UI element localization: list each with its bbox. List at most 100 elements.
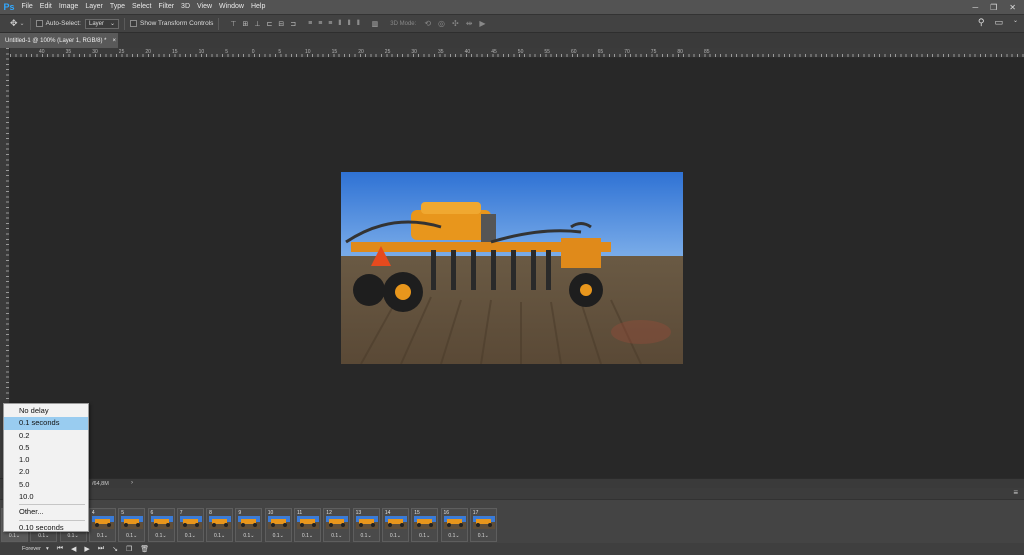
menu-item-view[interactable]: View — [194, 0, 216, 14]
3d-orbit-icon[interactable]: ⟲ — [424, 19, 431, 28]
frame-delay-selector[interactable]: 0.1⌄ — [90, 533, 115, 539]
workspace-chevron-icon[interactable]: ⌄ — [1013, 17, 1018, 28]
3d-mode-label: 3D Mode: — [390, 20, 417, 27]
frame-delay-selector[interactable]: 0.1⌄ — [354, 533, 379, 539]
animation-frame[interactable]: 4 0.1⌄ — [88, 508, 116, 542]
menu-item-help[interactable]: Help — [247, 0, 268, 14]
menu-item-file[interactable]: File — [18, 0, 36, 14]
auto-align-icon[interactable]: ▥ — [372, 20, 379, 28]
frame-delay-selector[interactable]: 0.1⌄ — [236, 533, 261, 539]
distribute-bottom-icon[interactable]: ≡ — [328, 20, 332, 28]
tool-preset-chevron-icon[interactable]: ⌄ — [20, 20, 25, 27]
frame-delay-selector[interactable]: 0.1⌄ — [383, 533, 408, 539]
next-frame-icon[interactable]: ⏭ — [98, 545, 104, 553]
align-left-icon[interactable]: ⊏ — [266, 20, 272, 28]
3d-slide-icon[interactable]: ⇹ — [466, 19, 473, 28]
frame-delay-selector[interactable]: 0.1⌄ — [471, 533, 496, 539]
menu-item-filter[interactable]: Filter — [155, 0, 178, 14]
duplicate-frame-icon[interactable]: ❐ — [126, 545, 132, 553]
delay-option[interactable]: 0.5 — [4, 442, 88, 454]
checkbox-icon[interactable] — [35, 20, 43, 27]
minimize-icon[interactable]: ─ — [972, 3, 978, 12]
delete-frame-icon[interactable]: 🗑 — [140, 545, 149, 553]
tab-close-icon[interactable]: × — [112, 38, 116, 44]
frame-delay-selector[interactable]: 0.1⌄ — [119, 533, 144, 539]
align-vcenter-icon[interactable]: ⊞ — [243, 20, 249, 28]
distribute-hcenter-icon[interactable]: ⦀ — [347, 20, 350, 28]
animation-frame[interactable]: 15 0.1⌄ — [411, 508, 439, 542]
move-tool-icon[interactable]: ✥ — [10, 18, 18, 29]
frame-thumbnail — [150, 516, 173, 529]
distribute-left-icon[interactable]: ⦀ — [338, 20, 341, 28]
frame-delay-selector[interactable]: 0.1⌄ — [178, 533, 203, 539]
frame-strip: 10.1⌄20.1⌄30.1⌄40.1⌄50.1⌄60.1⌄70.1⌄80.1⌄… — [0, 502, 1024, 542]
close-icon[interactable]: ✕ — [1009, 3, 1016, 12]
checkbox-icon[interactable] — [130, 20, 138, 27]
menu-item-image[interactable]: Image — [55, 0, 81, 14]
delay-option-other[interactable]: Other... — [4, 506, 88, 518]
restore-icon[interactable]: ❐ — [990, 3, 997, 12]
distribute-top-icon[interactable]: ≡ — [308, 20, 312, 28]
distribute-right-icon[interactable]: ⦀ — [357, 20, 360, 28]
delay-option[interactable]: 2.0 — [4, 466, 88, 478]
distribute-vcenter-icon[interactable]: ≡ — [318, 20, 322, 28]
align-bottom-icon[interactable]: ⊥ — [254, 20, 260, 28]
menu-item-edit[interactable]: Edit — [36, 0, 55, 14]
frame-delay-selector[interactable]: 0.1⌄ — [442, 533, 467, 539]
animation-frame[interactable]: 11 0.1⌄ — [294, 508, 321, 542]
frame-delay-selector[interactable]: 0.1⌄ — [207, 533, 232, 539]
animation-frame[interactable]: 17 0.1⌄ — [469, 508, 497, 542]
animation-frame[interactable]: 9 0.1⌄ — [235, 508, 263, 542]
frame-delay-selector[interactable]: 0.1⌄ — [266, 533, 291, 539]
delay-option[interactable]: 0.2 — [4, 430, 88, 442]
play-icon[interactable]: ▶ — [84, 545, 89, 553]
animation-frame[interactable]: 10 0.1⌄ — [264, 508, 292, 542]
animation-frame[interactable]: 12 0.1⌄ — [323, 508, 351, 542]
animation-frame[interactable]: 16 0.1⌄ — [440, 508, 468, 542]
delay-option[interactable]: 5.0 — [4, 479, 88, 491]
loop-options-dropdown[interactable]: Forever ▾ — [22, 546, 49, 552]
frame-delay-selector[interactable]: 0.1⌄ — [412, 533, 437, 539]
animation-frame[interactable]: 13 0.1⌄ — [352, 508, 380, 542]
previous-frame-icon[interactable]: ◀ — [71, 545, 76, 553]
auto-select-checkbox[interactable]: Auto-Select: — [35, 20, 81, 27]
3d-roll-icon[interactable]: ◎ — [438, 19, 445, 28]
panel-menu-icon[interactable]: ≡ — [1013, 488, 1018, 497]
delay-option[interactable]: 1.0 — [4, 454, 88, 466]
3d-scale-icon[interactable]: ▶ — [479, 19, 485, 28]
menu-item-3d[interactable]: 3D — [178, 0, 194, 14]
ruler-tick-label: 85 — [704, 49, 710, 55]
document-image[interactable] — [341, 172, 683, 364]
align-hcenter-icon[interactable]: ⊟ — [278, 20, 284, 28]
animation-frame[interactable]: 14 0.1⌄ — [381, 508, 409, 542]
ruler-tick-label: 35 — [65, 49, 72, 55]
frame-delay-selector[interactable]: 0.1⌄ — [324, 533, 349, 539]
show-transform-checkbox[interactable]: Show Transform Controls — [130, 20, 213, 27]
menu-item-select[interactable]: Select — [129, 0, 155, 14]
menu-item-window[interactable]: Window — [216, 0, 248, 14]
search-icon[interactable]: ⚲ — [978, 17, 985, 28]
align-top-icon[interactable]: ⊤ — [230, 20, 236, 28]
delay-option[interactable]: No delay — [4, 405, 88, 417]
animation-frame[interactable]: 7 0.1⌄ — [176, 508, 204, 542]
delay-option[interactable]: 10.0 — [4, 491, 88, 503]
animation-frame[interactable]: 8 0.1⌄ — [206, 508, 234, 542]
workspace-icon[interactable]: ▭ — [994, 17, 1003, 28]
3d-pan-icon[interactable]: ✣ — [452, 19, 459, 28]
animation-frame[interactable]: 5 0.1⌄ — [118, 508, 146, 542]
menu-item-type[interactable]: Type — [106, 0, 128, 14]
frame-delay-selector[interactable]: 0.1⌄ — [295, 533, 320, 539]
frame-delay-selector[interactable]: 0.1⌄ — [149, 533, 174, 539]
delay-current-value: 0.10 seconds — [19, 522, 64, 532]
chevron-down-icon: ⌄ — [279, 533, 284, 539]
animation-frame[interactable]: 6 0.1⌄ — [147, 508, 175, 542]
auto-select-dropdown[interactable]: Layer ⌄ — [85, 18, 120, 29]
delay-option[interactable]: 0.1 seconds — [4, 417, 88, 430]
menu-item-layer[interactable]: Layer — [82, 0, 107, 14]
document-tab[interactable]: Untitled-1 @ 100% (Layer 1, RGB/8) * × — [0, 33, 118, 48]
first-frame-icon[interactable]: ⏮ — [57, 545, 63, 553]
frame-thumbnail — [91, 516, 114, 529]
tween-icon[interactable]: ↘ — [112, 545, 118, 553]
align-right-icon[interactable]: ⊐ — [290, 20, 296, 28]
status-chevron-right-icon[interactable]: › — [131, 480, 133, 486]
